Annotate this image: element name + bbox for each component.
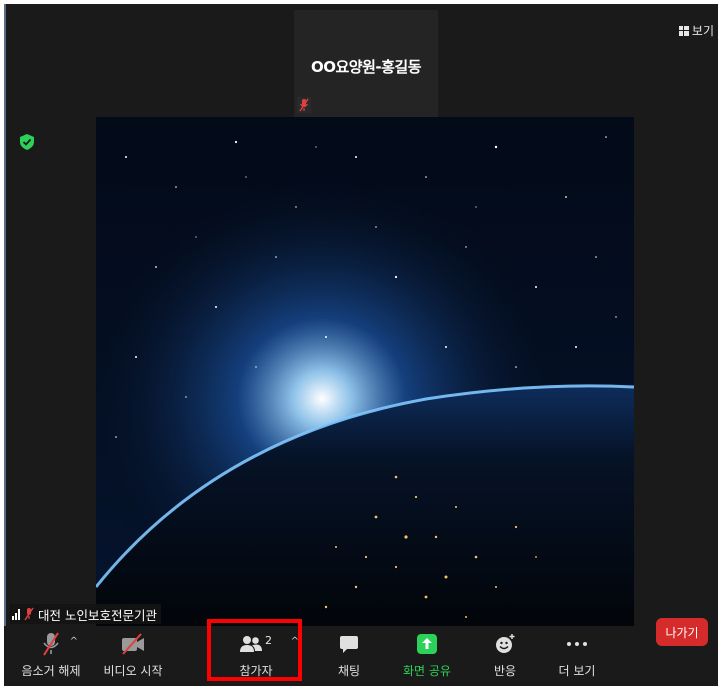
- zoom-meeting-window: OO요양원-홍길동 보기 대전 노인보호전문기관 ^ 음소거 해제 비디오 시작…: [4, 4, 718, 686]
- earth-background-image: [96, 117, 634, 629]
- mic-muted-icon: [24, 607, 34, 621]
- self-name: 대전 노인보호전문기관: [38, 607, 157, 623]
- self-video: [96, 117, 634, 629]
- self-name-label: 대전 노인보호전문기관: [10, 604, 161, 624]
- participants-button[interactable]: 2 ^ 참가자: [211, 630, 301, 682]
- chat-button[interactable]: 채팅: [304, 630, 394, 682]
- grid-view-icon: [678, 25, 689, 36]
- more-icon: [567, 642, 587, 646]
- unmute-button[interactable]: ^ 음소거 해제: [6, 630, 96, 682]
- share-screen-label: 화면 공유: [403, 664, 451, 678]
- window-edge: [4, 4, 6, 686]
- participant-name: OO요양원-홍길동: [310, 58, 422, 76]
- chevron-up-icon[interactable]: ^: [70, 636, 78, 647]
- reaction-icon: [496, 634, 515, 653]
- view-button[interactable]: 보기: [678, 22, 714, 39]
- share-screen-button[interactable]: 화면 공유: [382, 630, 472, 682]
- more-button[interactable]: 더 보기: [532, 630, 622, 682]
- more-label: 더 보기: [558, 664, 596, 678]
- start-video-button[interactable]: 비디오 시작: [88, 630, 178, 682]
- video-off-icon: [122, 633, 144, 655]
- participants-label: 참가자: [239, 664, 273, 678]
- leave-button[interactable]: 나가기: [656, 618, 708, 646]
- participant-tile[interactable]: OO요양원-홍길동: [294, 10, 438, 118]
- mic-muted-icon: [43, 632, 59, 656]
- chevron-up-icon[interactable]: ^: [291, 636, 299, 647]
- meeting-toolbar: ^ 음소거 해제 비디오 시작 2 ^ 참가자 채팅 화면 공유 반응 더 보기: [4, 626, 718, 686]
- security-shield-icon[interactable]: [20, 134, 34, 150]
- share-screen-icon: [417, 634, 437, 654]
- chat-label: 채팅: [337, 664, 361, 678]
- mic-muted-icon: [297, 97, 311, 113]
- participants-icon: [240, 636, 262, 652]
- chat-icon: [340, 636, 358, 653]
- signal-icon: [12, 608, 20, 620]
- unmute-label: 음소거 해제: [21, 664, 81, 678]
- participants-count: 2: [265, 634, 272, 647]
- start-video-label: 비디오 시작: [103, 664, 163, 678]
- view-label: 보기: [691, 24, 714, 38]
